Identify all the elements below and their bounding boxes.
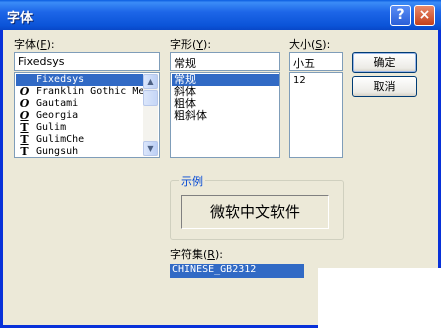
size-label: 大小(S):	[289, 38, 331, 51]
ok-button[interactable]: 确定	[352, 52, 417, 73]
title-bar[interactable]: 字体 ? ×	[0, 0, 441, 30]
cancel-button[interactable]: 取消	[352, 76, 417, 97]
font-label: 字体(F):	[14, 38, 55, 51]
font-list-scrollbar[interactable]: ▲ ▼	[143, 74, 158, 156]
font-style-list[interactable]: 常规 斜体 粗体 粗斜体	[170, 72, 280, 158]
scroll-thumb[interactable]	[143, 90, 158, 106]
list-item-font[interactable]: O Franklin Gothic Me	[16, 86, 145, 98]
font-size-list[interactable]: 12	[289, 72, 343, 158]
close-button[interactable]: ×	[414, 5, 435, 26]
font-style-input[interactable]: 常规	[170, 52, 280, 71]
truetype-font-icon: T	[20, 145, 29, 158]
scroll-down-button[interactable]: ▼	[143, 141, 158, 156]
font-name-input[interactable]: Fixedsys	[14, 52, 160, 71]
font-size-input[interactable]: 小五	[289, 52, 343, 71]
scroll-up-button[interactable]: ▲	[143, 74, 158, 89]
list-item-font[interactable]: T GulimChe	[16, 134, 143, 146]
list-item-font[interactable]: T Gulim	[16, 122, 143, 134]
font-list[interactable]: Fixedsys O Franklin Gothic Me O Gautami …	[14, 72, 160, 158]
sample-title: 示例	[179, 173, 205, 189]
list-item-font[interactable]: O Gautami	[16, 98, 143, 110]
list-item-font[interactable]: O Georgia	[16, 110, 143, 122]
list-item-size[interactable]: 12	[291, 75, 342, 87]
list-item-font[interactable]: Fixedsys	[16, 74, 143, 86]
script-select[interactable]: CHINESE_GB2312	[170, 264, 304, 278]
script-label: 字符集(R):	[170, 248, 223, 261]
list-item-font[interactable]: T Gungsuh	[16, 146, 143, 158]
sample-groupbox: 示例 微软中文软件	[170, 173, 344, 240]
dialog-title: 字体	[7, 11, 34, 26]
style-label: 字形(Y):	[170, 38, 212, 51]
sample-preview: 微软中文软件	[181, 195, 329, 229]
occluded-area	[318, 268, 441, 328]
list-item-style[interactable]: 粗斜体	[172, 110, 279, 122]
help-button[interactable]: ?	[390, 5, 411, 26]
